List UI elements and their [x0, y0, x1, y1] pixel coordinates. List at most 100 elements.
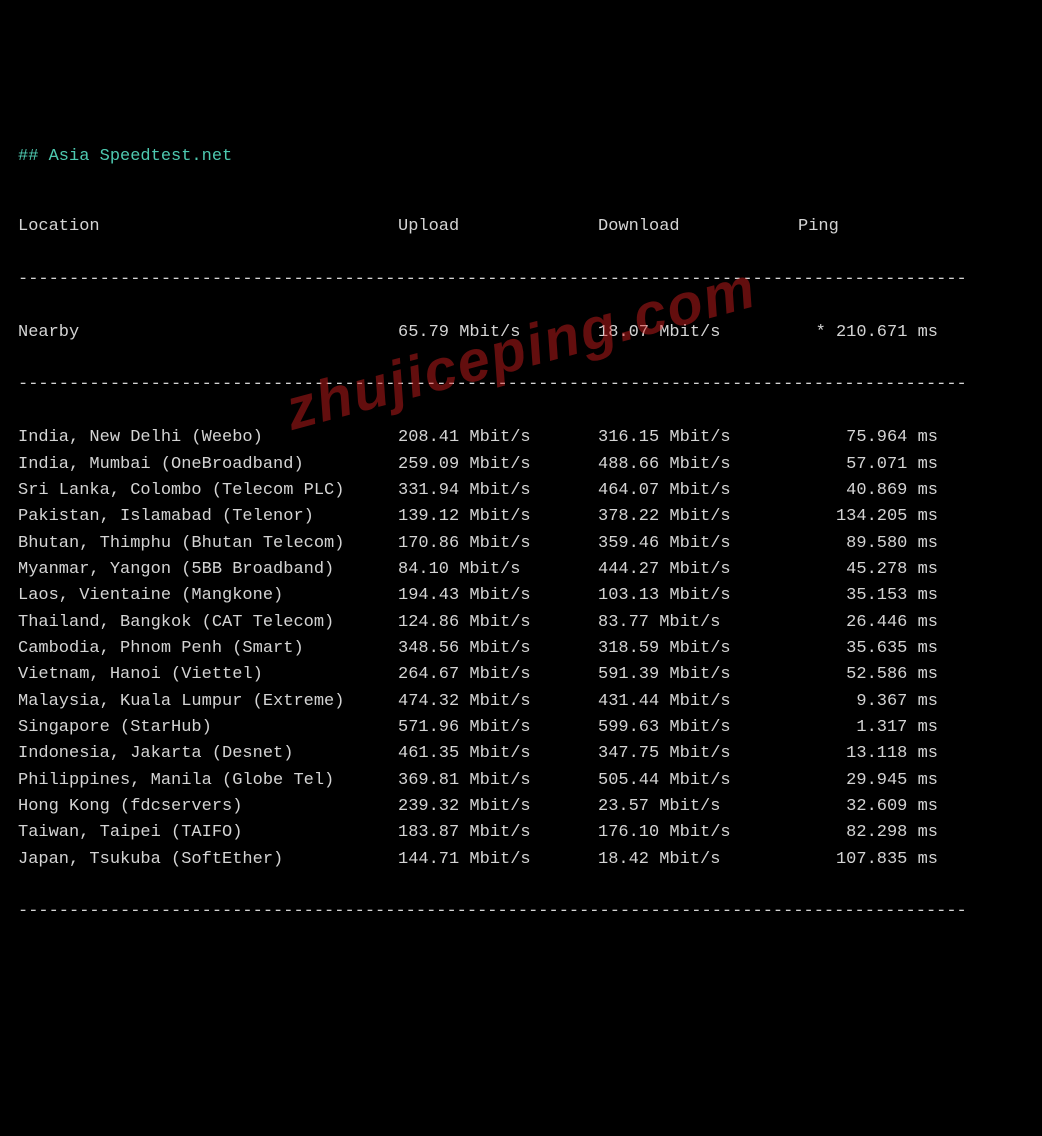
cell-upload: 84.10 Mbit/s [398, 557, 598, 583]
cell-location: Japan, Tsukuba (SoftEther) [18, 847, 398, 873]
cell-download: 488.66 Mbit/s [598, 452, 798, 478]
cell-upload: 571.96 Mbit/s [398, 715, 598, 741]
section-title: ## Asia Speedtest.net [18, 144, 1024, 170]
header-ping: Ping [798, 214, 938, 240]
cell-location: Myanmar, Yangon (5BB Broadband) [18, 557, 398, 583]
cell-download: 23.57 Mbit/s [598, 794, 798, 820]
cell-ping: 89.580 ms [798, 531, 938, 557]
cell-location: Taiwan, Taipei (TAIFO) [18, 820, 398, 846]
cell-download: 176.10 Mbit/s [598, 820, 798, 846]
cell-ping: 35.635 ms [798, 636, 938, 662]
nearby-download: 18.07 Mbit/s [598, 320, 798, 346]
nearby-row: Nearby65.79 Mbit/s18.07 Mbit/s* 210.671 … [18, 320, 1024, 346]
cell-location: India, New Delhi (Weebo) [18, 425, 398, 451]
table-row: Vietnam, Hanoi (Viettel)264.67 Mbit/s591… [18, 662, 1024, 688]
cell-ping: 26.446 ms [798, 610, 938, 636]
cell-ping: 107.835 ms [798, 847, 938, 873]
cell-download: 347.75 Mbit/s [598, 741, 798, 767]
nearby-upload: 65.79 Mbit/s [398, 320, 598, 346]
table-row: Thailand, Bangkok (CAT Telecom)124.86 Mb… [18, 610, 1024, 636]
table-row: Japan, Tsukuba (SoftEther)144.71 Mbit/s1… [18, 847, 1024, 873]
cell-location: Vietnam, Hanoi (Viettel) [18, 662, 398, 688]
cell-location: India, Mumbai (OneBroadband) [18, 452, 398, 478]
table-row: Singapore (StarHub)571.96 Mbit/s599.63 M… [18, 715, 1024, 741]
cell-upload: 183.87 Mbit/s [398, 820, 598, 846]
cell-location: Malaysia, Kuala Lumpur (Extreme) [18, 689, 398, 715]
cell-ping: 29.945 ms [798, 768, 938, 794]
table-row: Myanmar, Yangon (5BB Broadband)84.10 Mbi… [18, 557, 1024, 583]
cell-download: 318.59 Mbit/s [598, 636, 798, 662]
cell-ping: 9.367 ms [798, 689, 938, 715]
cell-upload: 369.81 Mbit/s [398, 768, 598, 794]
cell-ping: 35.153 ms [798, 583, 938, 609]
nearby-location: Nearby [18, 320, 398, 346]
cell-ping: 32.609 ms [798, 794, 938, 820]
cell-download: 444.27 Mbit/s [598, 557, 798, 583]
table-header: LocationUploadDownloadPing [18, 214, 1024, 240]
table-row: Bhutan, Thimphu (Bhutan Telecom)170.86 M… [18, 531, 1024, 557]
cell-ping: 52.586 ms [798, 662, 938, 688]
cell-upload: 139.12 Mbit/s [398, 504, 598, 530]
cell-ping: 134.205 ms [798, 504, 938, 530]
cell-download: 18.42 Mbit/s [598, 847, 798, 873]
cell-download: 103.13 Mbit/s [598, 583, 798, 609]
cell-download: 431.44 Mbit/s [598, 689, 798, 715]
cell-location: Philippines, Manila (Globe Tel) [18, 768, 398, 794]
cell-download: 359.46 Mbit/s [598, 531, 798, 557]
table-row: Pakistan, Islamabad (Telenor)139.12 Mbit… [18, 504, 1024, 530]
data-rows: India, New Delhi (Weebo)208.41 Mbit/s316… [18, 425, 1024, 873]
cell-location: Indonesia, Jakarta (Desnet) [18, 741, 398, 767]
nearby-ping: * 210.671 ms [798, 320, 938, 346]
table-row: India, New Delhi (Weebo)208.41 Mbit/s316… [18, 425, 1024, 451]
cell-upload: 124.86 Mbit/s [398, 610, 598, 636]
header-download: Download [598, 214, 798, 240]
cell-download: 83.77 Mbit/s [598, 610, 798, 636]
header-upload: Upload [398, 214, 598, 240]
header-location: Location [18, 214, 398, 240]
cell-ping: 57.071 ms [798, 452, 938, 478]
divider-line: ----------------------------------------… [18, 267, 1024, 293]
cell-upload: 194.43 Mbit/s [398, 583, 598, 609]
table-row: Philippines, Manila (Globe Tel)369.81 Mb… [18, 768, 1024, 794]
cell-upload: 259.09 Mbit/s [398, 452, 598, 478]
cell-download: 378.22 Mbit/s [598, 504, 798, 530]
cell-upload: 348.56 Mbit/s [398, 636, 598, 662]
cell-ping: 45.278 ms [798, 557, 938, 583]
table-row: India, Mumbai (OneBroadband)259.09 Mbit/… [18, 452, 1024, 478]
cell-location: Laos, Vientaine (Mangkone) [18, 583, 398, 609]
cell-ping: 40.869 ms [798, 478, 938, 504]
cell-location: Bhutan, Thimphu (Bhutan Telecom) [18, 531, 398, 557]
table-row: Taiwan, Taipei (TAIFO)183.87 Mbit/s176.1… [18, 820, 1024, 846]
cell-upload: 331.94 Mbit/s [398, 478, 598, 504]
divider-line: ----------------------------------------… [18, 899, 1024, 925]
cell-download: 599.63 Mbit/s [598, 715, 798, 741]
cell-upload: 144.71 Mbit/s [398, 847, 598, 873]
cell-download: 464.07 Mbit/s [598, 478, 798, 504]
cell-download: 591.39 Mbit/s [598, 662, 798, 688]
cell-download: 505.44 Mbit/s [598, 768, 798, 794]
cell-upload: 170.86 Mbit/s [398, 531, 598, 557]
table-row: Malaysia, Kuala Lumpur (Extreme)474.32 M… [18, 689, 1024, 715]
cell-location: Pakistan, Islamabad (Telenor) [18, 504, 398, 530]
cell-upload: 461.35 Mbit/s [398, 741, 598, 767]
table-row: Sri Lanka, Colombo (Telecom PLC)331.94 M… [18, 478, 1024, 504]
table-row: Indonesia, Jakarta (Desnet)461.35 Mbit/s… [18, 741, 1024, 767]
cell-ping: 1.317 ms [798, 715, 938, 741]
table-row: Hong Kong (fdcservers)239.32 Mbit/s23.57… [18, 794, 1024, 820]
terminal-output: ## Asia Speedtest.net LocationUploadDown… [18, 117, 1024, 952]
table-row: Cambodia, Phnom Penh (Smart)348.56 Mbit/… [18, 636, 1024, 662]
cell-ping: 75.964 ms [798, 425, 938, 451]
cell-location: Hong Kong (fdcservers) [18, 794, 398, 820]
cell-upload: 474.32 Mbit/s [398, 689, 598, 715]
cell-upload: 239.32 Mbit/s [398, 794, 598, 820]
cell-ping: 13.118 ms [798, 741, 938, 767]
divider-line: ----------------------------------------… [18, 372, 1024, 398]
cell-location: Cambodia, Phnom Penh (Smart) [18, 636, 398, 662]
table-row: Laos, Vientaine (Mangkone)194.43 Mbit/s1… [18, 583, 1024, 609]
cell-upload: 264.67 Mbit/s [398, 662, 598, 688]
cell-location: Singapore (StarHub) [18, 715, 398, 741]
cell-ping: 82.298 ms [798, 820, 938, 846]
cell-download: 316.15 Mbit/s [598, 425, 798, 451]
cell-location: Thailand, Bangkok (CAT Telecom) [18, 610, 398, 636]
cell-location: Sri Lanka, Colombo (Telecom PLC) [18, 478, 398, 504]
